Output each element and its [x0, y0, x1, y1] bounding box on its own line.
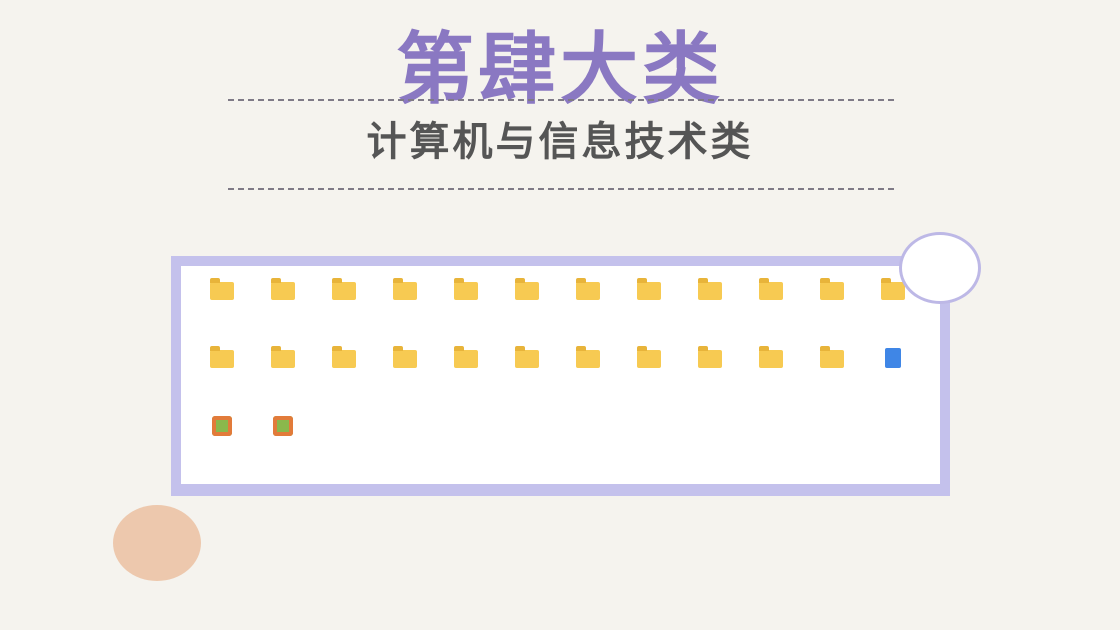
file-item-label [254, 441, 312, 455]
folder-icon [331, 346, 356, 368]
folder-icon [758, 346, 783, 368]
folder-icon [636, 278, 661, 300]
file-item[interactable] [557, 276, 618, 344]
folder-icon [636, 346, 661, 368]
folder-icon [453, 278, 478, 300]
archive-file-icon [211, 416, 232, 436]
file-grid [191, 276, 931, 480]
page-title: 第肆大类 [395, 25, 724, 115]
decorative-circle-outline [899, 232, 981, 304]
file-item-label [193, 441, 251, 455]
file-item-label [193, 305, 251, 319]
folder-icon [697, 346, 722, 368]
folder-icon [575, 278, 600, 300]
folder-icon [514, 346, 539, 368]
file-item[interactable] [801, 344, 862, 412]
folder-icon [209, 278, 234, 300]
screenshot-frame [171, 256, 950, 496]
file-item-label [620, 305, 678, 319]
folder-icon [392, 278, 417, 300]
top-dashed-divider [228, 99, 894, 101]
file-item-label [254, 305, 312, 319]
document-file-icon [884, 348, 901, 368]
file-item-label [559, 305, 617, 319]
file-item[interactable] [862, 344, 923, 412]
file-item-label [742, 373, 800, 387]
file-item-label [437, 373, 495, 387]
file-item-label [803, 373, 861, 387]
file-item-label [620, 373, 678, 387]
folder-icon [819, 346, 844, 368]
decorative-circle-peach [113, 505, 201, 581]
file-item-label [498, 373, 556, 387]
file-item-label [742, 305, 800, 319]
file-item[interactable] [435, 344, 496, 412]
file-item-label [559, 373, 617, 387]
folder-icon [270, 346, 295, 368]
page-subtitle: 计算机与信息技术类 [366, 119, 754, 165]
file-item-label [681, 305, 739, 319]
folder-icon [331, 278, 356, 300]
file-item[interactable] [374, 344, 435, 412]
folder-icon [880, 278, 905, 300]
file-item[interactable] [435, 276, 496, 344]
file-item-label [437, 305, 495, 319]
file-item-label [864, 305, 922, 319]
file-item[interactable] [496, 276, 557, 344]
file-item[interactable] [191, 276, 252, 344]
folder-icon [819, 278, 844, 300]
file-item-label [376, 305, 434, 319]
folder-icon [575, 346, 600, 368]
bottom-dashed-divider [228, 188, 894, 190]
file-item-label [315, 305, 373, 319]
folder-icon [514, 278, 539, 300]
folder-icon [270, 278, 295, 300]
file-item[interactable] [618, 276, 679, 344]
file-item[interactable] [313, 344, 374, 412]
file-item[interactable] [679, 276, 740, 344]
folder-icon [697, 278, 722, 300]
file-item[interactable] [313, 276, 374, 344]
file-item-label [681, 373, 739, 387]
file-item[interactable] [191, 412, 252, 480]
folder-icon [209, 346, 234, 368]
file-item-label [315, 373, 373, 387]
file-item-label [193, 373, 251, 387]
folder-icon [758, 278, 783, 300]
file-item[interactable] [740, 276, 801, 344]
file-item[interactable] [252, 412, 313, 480]
file-item-label [498, 305, 556, 319]
archive-file-icon [272, 416, 293, 436]
file-item[interactable] [191, 344, 252, 412]
folder-icon [453, 346, 478, 368]
file-item[interactable] [679, 344, 740, 412]
file-item[interactable] [801, 276, 862, 344]
file-item[interactable] [740, 344, 801, 412]
file-item[interactable] [252, 276, 313, 344]
file-explorer-panel [181, 266, 940, 484]
file-item[interactable] [374, 276, 435, 344]
file-item[interactable] [252, 344, 313, 412]
file-item[interactable] [557, 344, 618, 412]
file-item-label [864, 373, 922, 387]
file-item-label [803, 305, 861, 319]
file-item-label [254, 373, 312, 387]
file-item[interactable] [618, 344, 679, 412]
file-item[interactable] [496, 344, 557, 412]
file-item-label [376, 373, 434, 387]
folder-icon [392, 346, 417, 368]
